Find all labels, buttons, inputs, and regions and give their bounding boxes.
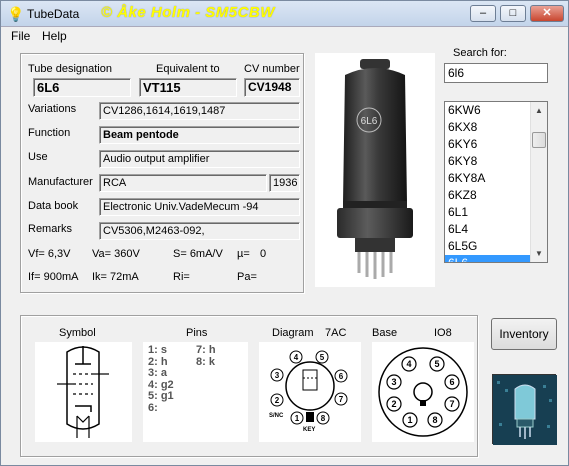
vf-value: Vf= 6,3V	[28, 248, 71, 260]
listbox-scrollbar[interactable]: ▲ ▼	[530, 102, 547, 262]
function-label: Function	[28, 127, 71, 139]
minimize-icon: –	[479, 7, 487, 19]
list-item[interactable]: 6L1	[445, 204, 531, 221]
base-code: IO8	[434, 327, 452, 339]
cv-field[interactable]: CV1948	[244, 78, 300, 97]
list-item[interactable]: 6KW6	[445, 102, 531, 119]
va-value: Va= 360V	[92, 248, 140, 260]
mu-value: 0	[260, 248, 267, 260]
base-pin-label: 8	[432, 415, 437, 425]
list-item[interactable]: 6L4	[445, 221, 531, 238]
base-pin-label: 5	[434, 359, 439, 369]
diagram-pin-label: 3	[275, 371, 280, 380]
diagram-pin-label: 1	[295, 414, 300, 423]
diagram-pin-label: 8	[321, 414, 326, 423]
pins-label: Pins	[186, 327, 208, 339]
manufacturer-field[interactable]: RCA	[99, 174, 267, 192]
pin-entry: 5: g1	[148, 390, 174, 402]
menu-bar: File Help	[1, 27, 568, 45]
scroll-thumb[interactable]	[532, 132, 546, 148]
list-item[interactable]: 6KY8A	[445, 170, 531, 187]
base-pin-label: 1	[407, 415, 412, 425]
diagram-pin-label: 6	[339, 372, 344, 381]
year-field[interactable]: 1936	[269, 174, 300, 192]
diagram-pin-label: 7	[339, 395, 344, 404]
diagram-pin-label: 4	[294, 353, 299, 362]
pins-panel: 1: s 2: h 3: a 4: g2 5: g1 6: 7: h 8: k	[143, 342, 248, 442]
main-window: 💡 TubeData © Åke Holm - SM5CBW – □ ✕ Fil…	[0, 0, 569, 466]
use-field[interactable]: Audio output amplifier	[99, 150, 300, 168]
inventory-button[interactable]: Inventory	[491, 318, 557, 350]
scroll-up-icon[interactable]: ▲	[531, 102, 547, 119]
diagram-code: 7AC	[325, 327, 347, 339]
variations-label: Variations	[28, 103, 77, 115]
pa-label: Pa=	[237, 271, 257, 283]
cv-label: CV number	[244, 63, 300, 75]
diagram-pin-label: 5	[320, 353, 325, 362]
tube-print-label: 6L6	[361, 116, 378, 127]
remarks-field[interactable]: CV5306,M2463-092,	[99, 222, 300, 240]
base-label: Base	[372, 327, 398, 339]
if-value: If= 900mA	[28, 271, 79, 283]
tube-listbox[interactable]: 6KW6 6KX8 6KY6 6KY8 6KY8A 6KZ8 6L1 6L4 6…	[444, 101, 548, 263]
list-item[interactable]: 6KZ8	[445, 187, 531, 204]
tube-symbol	[35, 342, 132, 442]
menu-help[interactable]: Help	[42, 29, 67, 43]
close-button[interactable]: ✕	[530, 5, 564, 22]
pin-entry: 7: h	[196, 344, 216, 356]
pin-entry: 6:	[148, 401, 158, 414]
base-pin-label: 6	[449, 377, 454, 387]
list-item-selected[interactable]: 6L6	[445, 255, 531, 262]
list-item[interactable]: 6KX8	[445, 119, 531, 136]
pins-column-1: 1: s 2: h 3: a 4: g2 5: g1 6:	[148, 344, 174, 414]
diagram-pin-label: 2	[275, 396, 280, 405]
base-pin-label: 4	[406, 359, 411, 369]
diagram-label: Diagram	[272, 327, 314, 339]
app-logo	[492, 374, 557, 445]
diagram-key-label: KEY	[303, 427, 315, 433]
title-bar[interactable]: 💡 TubeData © Åke Holm - SM5CBW – □ ✕	[1, 1, 568, 27]
base-diagram: 4 5 6 7 8 1 2 3	[372, 342, 474, 442]
pin-entry: 8: k	[196, 355, 215, 368]
manufacturer-label: Manufacturer	[28, 176, 93, 188]
minimize-button[interactable]: –	[470, 5, 496, 22]
bulb-icon: 💡	[7, 6, 25, 22]
list-item[interactable]: 6L5G	[445, 238, 531, 255]
base-pin-label: 3	[391, 377, 396, 387]
symbol-label: Symbol	[59, 327, 96, 339]
maximize-icon: □	[509, 7, 517, 19]
designation-field[interactable]: 6L6	[33, 78, 131, 97]
databook-label: Data book	[28, 200, 79, 212]
pin-entry: 1: s	[148, 344, 167, 356]
list-item[interactable]: 6KY6	[445, 136, 531, 153]
search-label: Search for:	[453, 47, 507, 59]
function-field[interactable]: Beam pentode	[99, 126, 300, 144]
equivalent-field[interactable]: VT115	[139, 78, 237, 97]
s-value: S= 6mA/V	[173, 248, 223, 260]
databook-field[interactable]: Electronic Univ.VadeMecum -94	[99, 198, 300, 216]
base-pin-label: 2	[391, 399, 396, 409]
designation-label: Tube designation	[28, 63, 112, 75]
diagram-note: S/NC	[269, 413, 284, 419]
remarks-label: Remarks	[28, 223, 73, 235]
scroll-down-icon[interactable]: ▼	[531, 245, 547, 262]
ri-label: Ri=	[173, 271, 190, 283]
base-pin-label: 7	[449, 399, 454, 409]
ik-value: Ik= 72mA	[92, 271, 139, 283]
menu-file[interactable]: File	[11, 29, 30, 43]
close-icon: ✕	[542, 7, 552, 19]
window-title: TubeData	[27, 7, 80, 21]
pin-diagram: 4 5 6 7 8 1 2 3 S/NC KEY	[259, 342, 361, 442]
mu-label: µ=	[237, 248, 250, 260]
maximize-button[interactable]: □	[500, 5, 526, 22]
pin-entry: 3: a	[148, 367, 167, 379]
equivalent-label: Equivalent to	[156, 63, 220, 75]
use-label: Use	[28, 151, 48, 163]
list-item[interactable]: 6KY8	[445, 153, 531, 170]
author-credit: © Åke Holm - SM5CBW	[101, 4, 275, 21]
tube-photo: 6L6	[315, 53, 435, 287]
variations-field[interactable]: CV1286,1614,1619,1487	[99, 102, 300, 120]
search-input[interactable]	[444, 63, 548, 83]
pins-column-2: 7: h 8: k	[196, 344, 216, 368]
